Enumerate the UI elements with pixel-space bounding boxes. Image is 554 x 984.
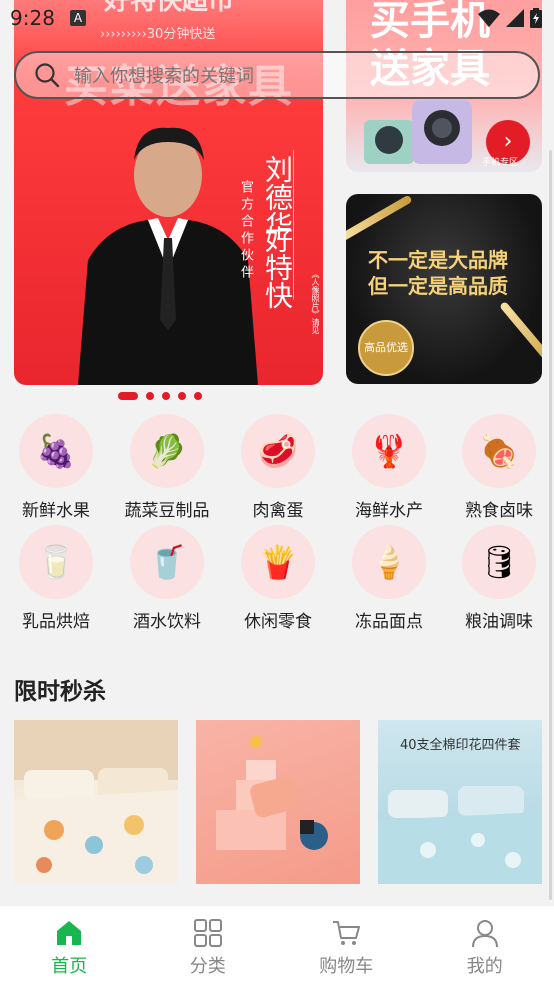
quality-line2: 但一定是高品质 (368, 274, 508, 298)
category-item[interactable]: 🥬 蔬菜豆制品 (112, 414, 222, 521)
battery-icon (530, 8, 542, 28)
category-item[interactable]: 🛢 粮油调味 (444, 525, 554, 632)
tab-label: 我的 (466, 956, 503, 977)
cooked-food-icon: 🍖 (462, 414, 536, 488)
scrollbar[interactable] (549, 150, 552, 900)
bottom-tab-bar: 首页 分类 购物车 我的 (0, 906, 554, 984)
bedding-image (14, 720, 178, 884)
ribbon-decoration (499, 300, 542, 376)
search-bar[interactable]: 输入你想搜索的关键词 (14, 51, 540, 99)
carousel-indicator (118, 392, 202, 400)
carousel-dot[interactable] (146, 392, 154, 400)
tab-profile[interactable]: 我的 (416, 906, 554, 984)
category-label: 新鲜水果 (22, 501, 90, 521)
category-label: 蔬菜豆制品 (124, 501, 210, 521)
dairy-icon: 🥛 (19, 525, 93, 599)
home-icon (57, 921, 82, 945)
banner-small-note: 《人像照片》请见 (311, 270, 320, 334)
category-item[interactable]: 🥤 酒水饮料 (112, 525, 222, 632)
vegetables-icon: 🥬 (130, 414, 204, 488)
carousel-dot-active[interactable] (118, 392, 138, 400)
category-label: 粮油调味 (465, 612, 533, 632)
search-input[interactable]: 输入你想搜索的关键词 (74, 62, 254, 88)
partner-name: 好特快 (261, 225, 294, 309)
quality-line1: 不一定是大品牌 (368, 248, 508, 272)
official-partner-text: 官方合作伙伴 (238, 180, 253, 282)
snacks-icon: 🍟 (241, 525, 315, 599)
cart-icon (333, 921, 361, 945)
signal-icon (506, 9, 524, 27)
carousel-dot[interactable] (162, 392, 170, 400)
wifi-icon (478, 9, 500, 27)
status-bar: 9:28 A (0, 0, 554, 36)
seafood-icon: 🦞 (352, 414, 426, 488)
search-icon (35, 63, 60, 88)
product-card[interactable] (14, 720, 178, 884)
meat-icon: 🥩 (241, 414, 315, 488)
banner-quality[interactable]: 不一定是大品牌 但一定是高品质 高品优选 (346, 194, 542, 384)
status-icons (478, 8, 542, 28)
flash-sale-title: 限时秒杀 (14, 679, 106, 705)
quality-badge: 高品优选 (358, 320, 414, 376)
category-item[interactable]: 🍟 休闲零食 (223, 525, 333, 632)
cosmetics-image (216, 736, 328, 850)
category-label: 休闲零食 (244, 612, 312, 632)
phones-image (364, 100, 472, 164)
category-item[interactable]: 🦞 海鲜水产 (334, 414, 444, 521)
oil-icon: 🛢 (462, 525, 536, 599)
category-item[interactable]: 🍇 新鲜水果 (1, 414, 111, 521)
status-time: 9:28 (10, 6, 55, 30)
category-label: 海鲜水产 (355, 501, 423, 521)
phone-zone-label: 手机专区 (482, 158, 519, 168)
ribbon-decoration (346, 194, 413, 242)
category-label: 熟食卤味 (465, 501, 533, 521)
tab-label: 购物车 (319, 956, 374, 977)
drinks-icon: 🥤 (130, 525, 204, 599)
category-label: 酒水饮料 (133, 612, 201, 632)
tab-label: 首页 (51, 956, 88, 977)
category-item[interactable]: 🍦 冻品面点 (334, 525, 444, 632)
category-item[interactable]: 🥩 肉禽蛋 (223, 414, 333, 521)
category-item[interactable]: 🥛 乳品烘焙 (1, 525, 111, 632)
tab-cart[interactable]: 购物车 (277, 906, 416, 984)
user-icon (471, 920, 498, 948)
frozen-icon: 🍦 (352, 525, 426, 599)
printed-bedding-image (378, 786, 542, 884)
category-label: 冻品面点 (355, 612, 423, 632)
carousel-dot[interactable] (178, 392, 186, 400)
product-card[interactable] (196, 720, 360, 884)
tab-home[interactable]: 首页 (0, 906, 139, 984)
tab-category[interactable]: 分类 (139, 906, 278, 984)
carousel-dot[interactable] (194, 392, 202, 400)
notification-icon: A (70, 10, 86, 26)
grid-icon (193, 919, 222, 947)
grapes-icon: 🍇 (19, 414, 93, 488)
category-item[interactable]: 🍖 熟食卤味 (444, 414, 554, 521)
tab-label: 分类 (189, 956, 226, 977)
product-card[interactable]: 40支全棉印花四件套 (378, 720, 542, 884)
category-label: 肉禽蛋 (252, 501, 304, 521)
category-label: 乳品烘焙 (22, 612, 90, 632)
